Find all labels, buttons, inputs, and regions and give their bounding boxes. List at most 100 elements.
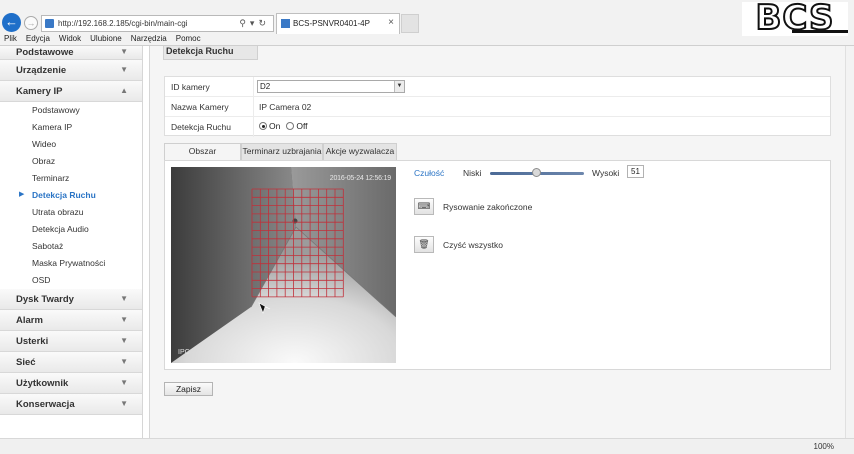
sidebar-item-podstawowy[interactable]: Podstawowy — [0, 102, 142, 119]
sidebar-section-label: Podstawowe — [16, 47, 74, 58]
chevron-down-icon: ▼ — [120, 378, 128, 387]
sidebar-section-label: Użytkownik — [16, 378, 69, 389]
sidebar-item-label: Utrata obrazu — [32, 207, 84, 217]
sidebar-section-label: Usterki — [16, 336, 49, 347]
trash-icon: 🗑 — [418, 239, 430, 249]
sidebar-section-kamery-ip[interactable]: Kamery IP ▲ — [0, 81, 142, 102]
sidebar-item-label: Kamera IP — [32, 122, 73, 132]
chevron-down-icon: ▼ — [120, 65, 128, 74]
sidebar-section-konserwacja[interactable]: Konserwacja ▼ — [0, 394, 142, 415]
clear-all-label: Czyść wszystko — [443, 240, 503, 250]
sidebar-item-label: Detekcja Audio — [32, 224, 89, 234]
sensitivity-slider-handle[interactable] — [532, 168, 541, 177]
save-button[interactable]: Zapisz — [164, 382, 213, 396]
brand-logo: BCS — [742, 0, 848, 39]
menu-edit[interactable]: Edycja — [22, 34, 55, 46]
main-content: Detekcja Ruchu ID kamery D2 ▼ Nazwa Kame… — [149, 46, 845, 438]
motion-radio-group: On Off — [259, 121, 314, 131]
menu-favorites[interactable]: Ulubione — [86, 34, 127, 46]
sidebar-item-label: Sabotaż — [32, 241, 64, 251]
motion-on-label[interactable]: On — [269, 121, 280, 131]
sidebar-section-dysk-twardy[interactable]: Dysk Twardy ▼ — [0, 289, 142, 310]
back-button[interactable]: ← — [2, 13, 21, 32]
clear-all-button[interactable]: 🗑 — [414, 236, 434, 253]
row-divider — [253, 97, 254, 117]
sidebar-section-label: Alarm — [16, 315, 43, 326]
sidebar-item-utrata-obrazu[interactable]: Utrata obrazu — [0, 204, 142, 221]
camera-name-value: IP Camera 02 — [259, 102, 312, 112]
menu-file[interactable]: Plik — [0, 34, 22, 46]
sidebar-section-label: Kamery IP — [16, 86, 63, 97]
sidebar-item-detekcja-ruchu[interactable]: ▶ Detekcja Ruchu — [0, 187, 142, 204]
sidebar-item-obraz[interactable]: Obraz — [0, 153, 142, 170]
forward-button[interactable]: → — [24, 16, 38, 30]
sidebar-item-kamera-ip[interactable]: Kamera IP — [0, 119, 142, 136]
sidebar-item-terminarz[interactable]: Terminarz — [0, 170, 142, 187]
camera-id-value: D2 — [260, 82, 271, 91]
motion-detection-label: Detekcja Ruchu — [171, 122, 232, 132]
page-title: Detekcja Ruchu — [166, 46, 234, 56]
sidebar-section-alarm[interactable]: Alarm ▼ — [0, 310, 142, 331]
camera-id-select[interactable]: D2 ▼ — [257, 80, 405, 93]
screen: ← → http://192.168.2.185/cgi-bin/main-cg… — [0, 0, 854, 454]
content-tabs: Obszar Terminarz uzbrajania Akcje wyzwal… — [164, 143, 397, 160]
menu-bar: Plik Edycja Widok Ulubione Narzędzia Pom… — [0, 34, 206, 46]
sidebar-section-uzytkownik[interactable]: Użytkownik ▼ — [0, 373, 142, 394]
vertical-scrollbar[interactable] — [845, 46, 854, 438]
browser-chrome: ← → http://192.168.2.185/cgi-bin/main-cg… — [0, 0, 854, 46]
sidebar-section-label: Dysk Twardy — [16, 294, 74, 305]
sidebar-item-osd[interactable]: OSD — [0, 272, 142, 289]
motion-off-radio[interactable] — [286, 122, 295, 130]
sensitivity-value[interactable]: 51 — [627, 165, 644, 178]
chevron-down-icon: ▼ — [120, 294, 128, 303]
tab-akcje-wyzwalacza[interactable]: Akcje wyzwalacza — [323, 143, 397, 160]
close-icon[interactable]: × — [388, 17, 394, 28]
sidebar-item-wideo[interactable]: Wideo — [0, 136, 142, 153]
chevron-down-icon[interactable]: ▼ — [394, 81, 404, 92]
camera-label: IPC — [178, 349, 190, 356]
sidebar-item-sabotaz[interactable]: Sabotaż — [0, 238, 142, 255]
sidebar: Podstawowe ▼ Urządzenie ▼ Kamery IP ▲ Po… — [0, 46, 143, 438]
sidebar-section-usterki[interactable]: Usterki ▼ — [0, 331, 142, 352]
sensitivity-high-label: Wysoki — [592, 168, 620, 178]
sidebar-section-urzadzenie[interactable]: Urządzenie ▼ — [0, 60, 142, 81]
address-bar[interactable]: http://192.168.2.185/cgi-bin/main-cgi ⚲▾… — [41, 15, 274, 32]
menu-tools[interactable]: Narzędzia — [127, 34, 172, 46]
row-divider — [253, 117, 254, 137]
draw-done-button[interactable]: ⌨ — [414, 198, 434, 215]
sidebar-item-label: OSD — [32, 275, 51, 285]
tab-obszar[interactable]: Obszar — [164, 143, 241, 160]
menu-help[interactable]: Pomoc — [172, 34, 206, 46]
row-motion-detection: Detekcja Ruchu On Off — [165, 117, 830, 137]
motion-on-radio[interactable] — [259, 122, 267, 130]
browser-tab[interactable]: BCS-PSNVR0401-4P × — [276, 13, 400, 34]
sidebar-item-maska-prywatnosci[interactable]: Maska Prywatności — [0, 255, 142, 272]
status-bar: 100% — [0, 438, 854, 454]
motion-off-label[interactable]: Off — [296, 121, 307, 131]
sidebar-item-label: Maska Prywatności — [32, 258, 106, 268]
tab-icon — [281, 19, 290, 28]
tab-title: BCS-PSNVR0401-4P — [293, 19, 370, 28]
tab-terminarz-uzbrajania[interactable]: Terminarz uzbrajania — [241, 143, 323, 160]
sidebar-section-siec[interactable]: Sieć ▼ — [0, 352, 142, 373]
sidebar-item-detekcja-audio[interactable]: Detekcja Audio — [0, 221, 142, 238]
zoom-level[interactable]: 100% — [814, 442, 834, 451]
search-icon[interactable]: ⚲ — [239, 18, 250, 28]
sidebar-item-label: Wideo — [32, 139, 57, 149]
menu-view[interactable]: Widok — [55, 34, 86, 46]
site-icon — [45, 19, 54, 28]
sidebar-section-label: Konserwacja — [16, 399, 75, 410]
sidebar-section-podstawowe[interactable]: Podstawowe ▼ — [0, 46, 142, 60]
sensitivity-label: Czułość — [414, 168, 445, 178]
camera-timestamp: 2016-05-24 12:56:19 — [329, 175, 391, 182]
address-text[interactable]: http://192.168.2.185/cgi-bin/main-cgi — [58, 19, 187, 28]
sidebar-item-label: Podstawowy — [32, 105, 80, 115]
sidebar-item-label: Terminarz — [32, 173, 70, 183]
logo-underline — [792, 30, 848, 33]
new-tab-button[interactable] — [401, 14, 419, 33]
camera-preview[interactable]: 2016-05-24 12:56:19 IPC — [171, 167, 396, 363]
refresh-icon[interactable]: ↻ — [258, 18, 270, 28]
sidebar-section-label: Urządzenie — [16, 65, 67, 76]
row-camera-name: Nazwa Kamery IP Camera 02 — [165, 97, 830, 117]
chevron-down-icon: ▼ — [120, 357, 128, 366]
